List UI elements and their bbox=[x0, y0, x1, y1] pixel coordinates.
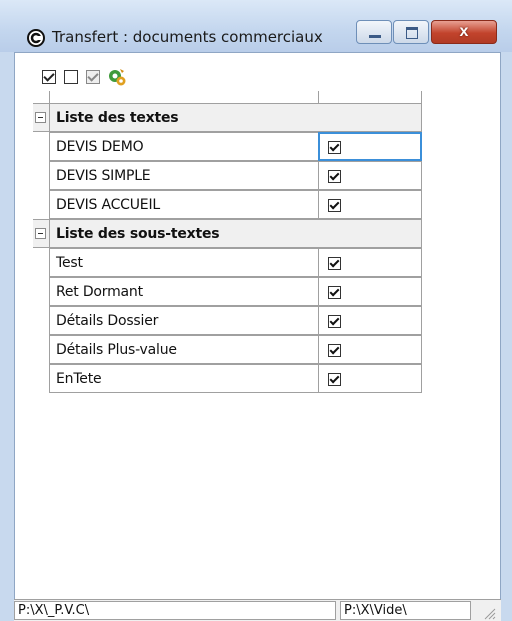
table-row[interactable]: DEVIS ACCUEIL bbox=[33, 190, 422, 220]
row-indent bbox=[33, 335, 49, 365]
window: Transfert : documents commerciaux x List… bbox=[0, 0, 512, 621]
row-check-cell[interactable] bbox=[318, 306, 422, 335]
row-indent bbox=[33, 277, 49, 307]
minimize-button[interactable] bbox=[356, 20, 392, 44]
maximize-button[interactable] bbox=[393, 20, 429, 44]
transfer-icon[interactable] bbox=[107, 67, 127, 87]
grid-separator bbox=[421, 91, 422, 103]
table-row[interactable]: Ret Dormant bbox=[33, 277, 422, 307]
row-name: Détails Dossier bbox=[49, 306, 319, 335]
uncheck-all-icon[interactable] bbox=[64, 70, 78, 84]
minimize-icon bbox=[369, 35, 381, 38]
row-checkbox[interactable] bbox=[328, 286, 341, 299]
window-title: Transfert : documents commerciaux bbox=[52, 28, 323, 46]
resize-grip-icon[interactable] bbox=[482, 606, 496, 620]
row-check-cell[interactable] bbox=[318, 335, 422, 364]
row-checkbox[interactable] bbox=[328, 257, 341, 270]
group-row[interactable]: Liste des textes bbox=[33, 103, 422, 133]
check-gray-icon[interactable] bbox=[86, 70, 100, 84]
table-row[interactable]: Détails Plus-value bbox=[33, 335, 422, 365]
toolbar bbox=[15, 53, 500, 96]
row-check-cell[interactable] bbox=[318, 132, 422, 161]
group-toggle-cell bbox=[33, 103, 49, 132]
group-row[interactable]: Liste des sous-textes bbox=[33, 219, 422, 249]
check-all-icon[interactable] bbox=[42, 70, 56, 84]
row-check-cell[interactable] bbox=[318, 190, 422, 219]
row-checkbox[interactable] bbox=[328, 141, 341, 154]
group-toggle-cell bbox=[33, 219, 49, 248]
row-name: DEVIS DEMO bbox=[49, 132, 319, 161]
grid-separator bbox=[49, 91, 50, 103]
row-checkbox[interactable] bbox=[328, 344, 341, 357]
row-indent bbox=[33, 132, 49, 162]
close-button[interactable]: x bbox=[431, 20, 497, 44]
row-name: DEVIS ACCUEIL bbox=[49, 190, 319, 219]
status-bar: P:\X\_P.V.C\ P:\X\Vide\ bbox=[14, 599, 501, 621]
row-name: DEVIS SIMPLE bbox=[49, 161, 319, 190]
row-indent bbox=[33, 161, 49, 191]
group-label: Liste des textes bbox=[49, 103, 319, 132]
grid-separator bbox=[318, 91, 319, 103]
row-checkbox[interactable] bbox=[328, 373, 341, 386]
row-indent bbox=[33, 190, 49, 220]
group-label: Liste des sous-textes bbox=[49, 219, 319, 248]
status-left-path: P:\X\_P.V.C\ bbox=[14, 601, 336, 620]
table-row[interactable]: EnTete bbox=[33, 364, 422, 394]
row-name: Détails Plus-value bbox=[49, 335, 319, 364]
collapse-icon[interactable] bbox=[35, 112, 46, 123]
row-checkbox[interactable] bbox=[328, 315, 341, 328]
title-bar[interactable]: Transfert : documents commerciaux x bbox=[0, 0, 512, 52]
row-name: Ret Dormant bbox=[49, 277, 319, 306]
row-checkbox[interactable] bbox=[328, 199, 341, 212]
table-row[interactable]: DEVIS DEMO bbox=[33, 132, 422, 162]
close-icon: x bbox=[459, 23, 469, 40]
group-value-cell bbox=[318, 219, 422, 248]
row-name: EnTete bbox=[49, 364, 319, 393]
collapse-icon[interactable] bbox=[35, 228, 46, 239]
row-name: Test bbox=[49, 248, 319, 277]
row-check-cell[interactable] bbox=[318, 364, 422, 393]
row-check-cell[interactable] bbox=[318, 248, 422, 277]
client-area: Liste des textes DEVIS DEMO DEVIS SIMPLE… bbox=[14, 52, 501, 610]
app-icon bbox=[27, 29, 45, 47]
row-check-cell[interactable] bbox=[318, 277, 422, 306]
row-indent bbox=[33, 306, 49, 336]
row-indent bbox=[33, 364, 49, 394]
table-row[interactable]: DEVIS SIMPLE bbox=[33, 161, 422, 191]
row-checkbox[interactable] bbox=[328, 170, 341, 183]
maximize-icon bbox=[406, 27, 418, 39]
status-right-path: P:\X\Vide\ bbox=[340, 601, 471, 620]
row-check-cell[interactable] bbox=[318, 161, 422, 190]
group-value-cell bbox=[318, 103, 422, 132]
table-row[interactable]: Détails Dossier bbox=[33, 306, 422, 336]
table-row[interactable]: Test bbox=[33, 248, 422, 278]
row-indent bbox=[33, 248, 49, 278]
